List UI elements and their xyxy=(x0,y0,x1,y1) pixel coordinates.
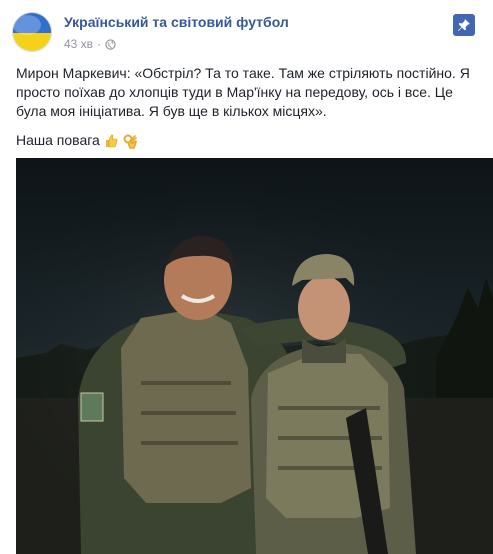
post-photo-image xyxy=(16,158,493,554)
post-card: Український та світовий футбол 43 хв · М… xyxy=(0,0,493,554)
thumbs-up-icon xyxy=(105,134,118,147)
ok-hand-icon xyxy=(123,134,137,149)
page-avatar[interactable] xyxy=(12,12,52,52)
post-paragraph: Мирон Маркевич: «Обстріл? Та то таке. Та… xyxy=(16,65,470,119)
post-photo[interactable] xyxy=(16,158,493,554)
post-respect-line: Наша повага xyxy=(16,131,478,150)
post-meta: 43 хв · xyxy=(64,37,116,51)
respect-text: Наша повага xyxy=(16,132,100,148)
globe-icon[interactable] xyxy=(105,38,116,50)
ukraine-flag-avatar-icon xyxy=(13,13,51,51)
meta-separator: · xyxy=(97,37,102,51)
pin-button[interactable] xyxy=(453,14,475,36)
page-name-link[interactable]: Український та світовий футбол xyxy=(64,14,289,30)
pin-icon xyxy=(458,19,470,31)
post-text: Мирон Маркевич: «Обстріл? Та то таке. Та… xyxy=(16,64,478,150)
post-timestamp[interactable]: 43 хв xyxy=(64,37,93,51)
